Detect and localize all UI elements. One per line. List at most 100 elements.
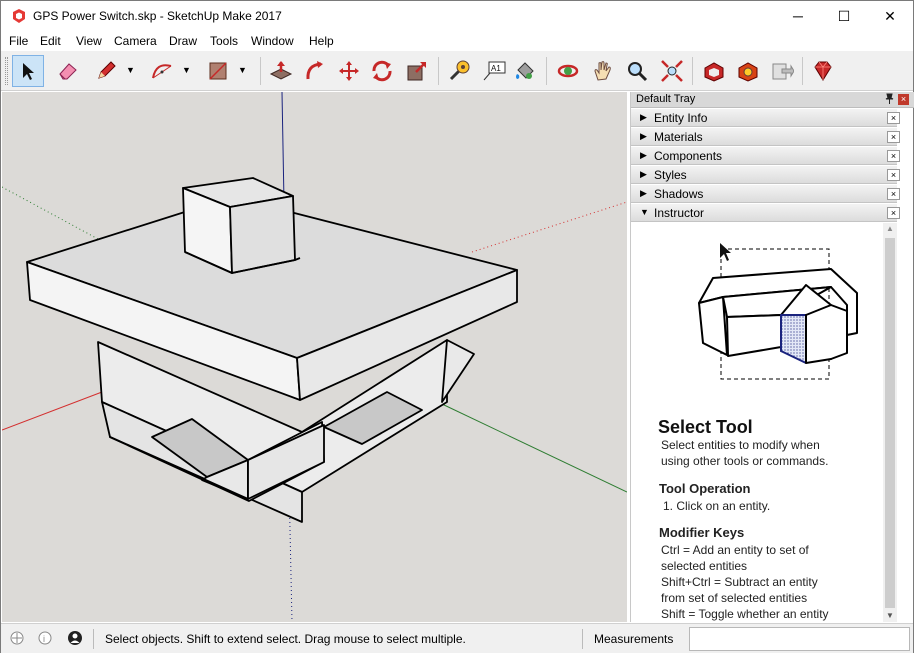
instructor-title: Select Tool — [658, 417, 753, 437]
instructor-description: Select entities to modify when using oth… — [661, 438, 829, 468]
scale-tool-button[interactable] — [401, 55, 433, 87]
sketchup-logo-icon — [13, 9, 25, 23]
layout-icon — [772, 63, 794, 80]
panel-close-button[interactable]: × — [887, 112, 900, 124]
modifier-shift-ctrl: Shift+Ctrl = Subtract an entity from set… — [661, 575, 818, 605]
rectangle-tool-button[interactable] — [202, 55, 234, 87]
toolbar-grip[interactable] — [5, 57, 8, 85]
pan-tool-button[interactable] — [587, 55, 619, 87]
scale-icon — [407, 62, 426, 81]
main-toolbar: ▼ ▼ ▼ A1 — [1, 51, 913, 91]
warehouse-icon — [704, 62, 724, 82]
magnifier-icon — [628, 62, 648, 82]
rotate-icon — [372, 60, 392, 82]
panel-close-button[interactable]: × — [887, 188, 900, 200]
paint-bucket-tool-button[interactable] — [509, 55, 541, 87]
panel-label: Entity Info — [654, 111, 708, 125]
user-account-icon[interactable] — [67, 630, 83, 646]
ruby-console-button[interactable] — [807, 55, 839, 87]
gps-power-switch-model[interactable] — [26, 177, 518, 523]
tape-measure-tool-button[interactable] — [443, 55, 475, 87]
panel-label: Components — [654, 149, 723, 163]
menu-tools[interactable]: Tools — [210, 34, 238, 48]
select-tool-button[interactable] — [12, 55, 44, 87]
panel-label: Instructor — [654, 206, 705, 220]
menu-draw[interactable]: Draw — [169, 34, 197, 48]
panel-shadows[interactable]: ▶ Shadows × — [631, 185, 900, 203]
menu-file[interactable]: File — [9, 34, 28, 48]
menu-window[interactable]: Window — [251, 34, 294, 48]
panel-styles[interactable]: ▶ Styles × — [631, 166, 900, 184]
zoom-extents-tool-button[interactable] — [656, 55, 688, 87]
x-axis-line — [2, 391, 103, 431]
eraser-tool-button[interactable] — [52, 55, 84, 87]
eraser-icon — [59, 63, 77, 80]
panel-materials[interactable]: ▶ Materials × — [631, 128, 900, 146]
move-icon — [339, 61, 359, 81]
text-icon: A1 — [483, 61, 506, 81]
panel-close-button[interactable]: × — [887, 150, 900, 162]
rectangle-dropdown-icon[interactable]: ▼ — [238, 65, 247, 75]
arc-tool-button[interactable] — [146, 55, 178, 87]
expand-arrow-icon: ▶ — [640, 188, 647, 198]
scroll-up-icon[interactable]: ▲ — [886, 224, 894, 233]
y-axis-line — [441, 403, 627, 493]
zoom-extents-icon — [661, 60, 683, 82]
zoom-tool-button[interactable] — [621, 55, 653, 87]
instructor-scrollbar[interactable]: ▲ ▼ — [883, 223, 897, 622]
panel-close-button[interactable]: × — [887, 131, 900, 143]
maximize-button[interactable]: ☐ — [821, 1, 867, 31]
follow-me-tool-button[interactable] — [299, 55, 331, 87]
extension-warehouse-button[interactable] — [732, 55, 764, 87]
collapse-arrow-icon: ▼ — [640, 207, 649, 217]
push-pull-tool-button[interactable] — [265, 55, 297, 87]
menu-view[interactable]: View — [76, 34, 102, 48]
measurements-input[interactable] — [689, 627, 910, 651]
pencil-tool-button[interactable] — [90, 55, 122, 87]
modifier-shift: Shift = Toggle whether an entity — [661, 607, 829, 621]
panel-entity-info[interactable]: ▶ Entity Info × — [631, 109, 900, 127]
tray-header: Default Tray × — [631, 92, 914, 108]
sketchup-window: GPS Power Switch.skp - SketchUp Make 201… — [0, 0, 914, 653]
push-pull-icon — [269, 61, 293, 80]
text-tool-label: A1 — [491, 64, 501, 73]
menu-help[interactable]: Help — [309, 34, 334, 48]
rectangle-icon — [209, 62, 227, 80]
panel-components[interactable]: ▶ Components × — [631, 147, 900, 165]
move-tool-button[interactable] — [333, 55, 365, 87]
status-bar: i Select objects. Shift to extend select… — [1, 623, 913, 653]
menu-edit[interactable]: Edit — [40, 34, 61, 48]
panel-label: Styles — [654, 168, 687, 182]
toolbar-separator — [438, 57, 439, 85]
geo-location-icon[interactable] — [9, 630, 25, 646]
scroll-down-icon[interactable]: ▼ — [886, 611, 894, 620]
rotate-tool-button[interactable] — [366, 55, 398, 87]
panel-label: Materials — [654, 130, 703, 144]
operation-heading: Tool Operation — [659, 481, 751, 496]
drawing-viewport[interactable] — [2, 92, 627, 622]
panel-close-button[interactable]: × — [887, 169, 900, 181]
orbit-tool-button[interactable] — [552, 55, 584, 87]
scrollbar-thumb[interactable] — [885, 238, 895, 608]
window-title: GPS Power Switch.skp - SketchUp Make 201… — [33, 9, 282, 23]
pan-hand-icon — [594, 61, 611, 81]
panel-instructor[interactable]: ▼ Instructor × — [631, 204, 900, 222]
model-canvas[interactable] — [2, 92, 627, 622]
3d-warehouse-button[interactable] — [698, 55, 730, 87]
ruby-gem-icon — [814, 61, 832, 81]
credits-icon[interactable]: i — [37, 630, 53, 646]
status-separator — [93, 629, 94, 649]
expand-arrow-icon: ▶ — [640, 112, 647, 122]
minimize-button[interactable]: ─ — [775, 1, 821, 31]
panel-close-button[interactable]: × — [887, 207, 900, 219]
send-to-layout-button[interactable] — [766, 55, 798, 87]
close-button[interactable]: ✕ — [867, 1, 913, 31]
menu-camera[interactable]: Camera — [114, 34, 157, 48]
tray-close-button[interactable]: × — [898, 94, 909, 105]
x-axis-negative-line — [471, 201, 627, 253]
text-tool-button[interactable]: A1 — [478, 55, 510, 87]
arc-dropdown-icon[interactable]: ▼ — [182, 65, 191, 75]
pencil-dropdown-icon[interactable]: ▼ — [126, 65, 135, 75]
default-tray: Default Tray × ▶ Entity Info × ▶ Materia… — [630, 92, 914, 622]
pin-icon[interactable] — [885, 93, 894, 107]
